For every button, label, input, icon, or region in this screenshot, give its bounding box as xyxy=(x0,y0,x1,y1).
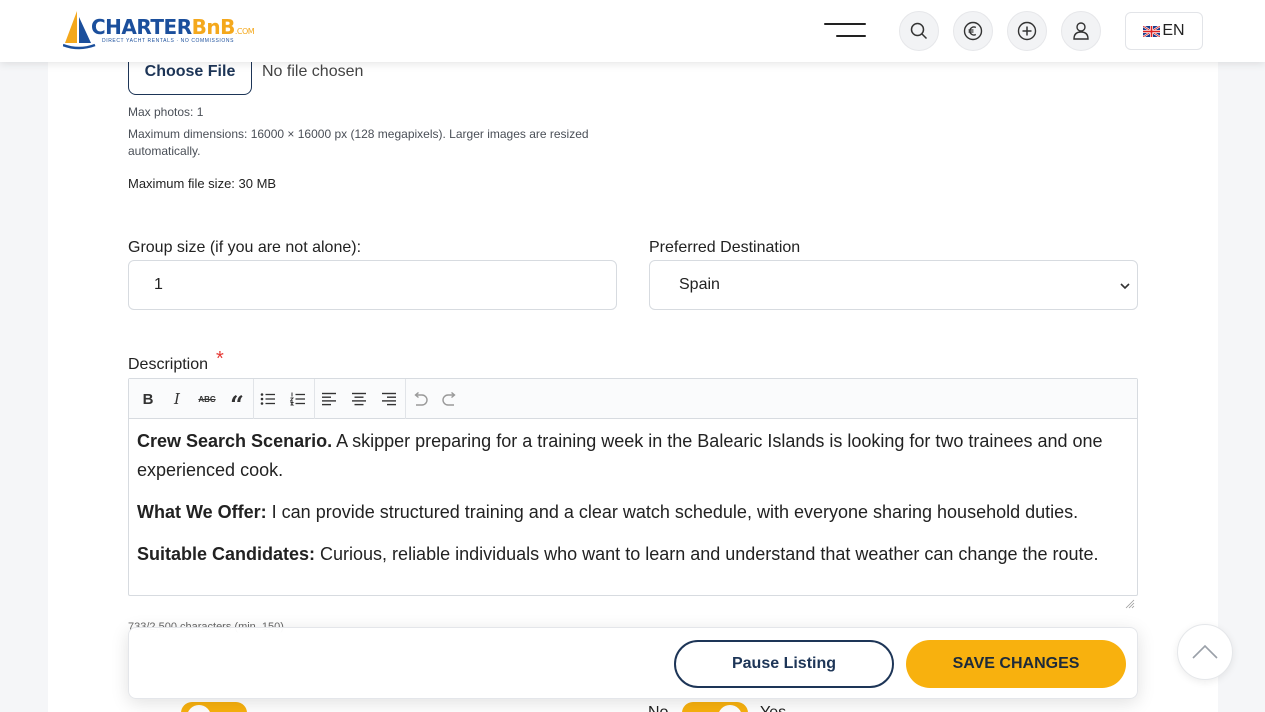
paragraph: Crew Search Scenario. A skipper preparin… xyxy=(137,431,1103,480)
chevron-up-icon xyxy=(1192,644,1218,659)
file-status: No file chosen xyxy=(262,63,364,80)
currency-button[interactable] xyxy=(953,11,993,51)
resize-handle-icon[interactable] xyxy=(1125,599,1135,609)
chevron-down-icon xyxy=(1120,283,1130,290)
editor-content[interactable]: Crew Search Scenario. A skipper preparin… xyxy=(137,427,1129,582)
paragraph: Suitable Candidates: Curious, reliable i… xyxy=(137,544,1099,564)
logo-wordmark: CHARTERBnB.COM xyxy=(91,15,255,39)
pause-listing-button[interactable]: Pause Listing xyxy=(674,640,894,688)
menu-icon[interactable] xyxy=(824,22,866,40)
bold-button[interactable]: B xyxy=(137,389,159,409)
paragraph: What We Offer: I can provide structured … xyxy=(137,502,1079,522)
numbered-list-button[interactable] xyxy=(287,389,309,409)
account-button[interactable] xyxy=(1061,11,1101,51)
site-header: CHARTERBnB.COM DIRECT YACHT RENTALS · NO… xyxy=(0,0,1265,62)
blockquote-button[interactable]: “ xyxy=(226,389,248,419)
toggle-no-label: No xyxy=(648,704,668,712)
euro-icon xyxy=(963,21,983,41)
uk-flag-icon xyxy=(1143,25,1161,37)
logo-tagline: DIRECT YACHT RENTALS · NO COMMISSIONS xyxy=(102,38,235,44)
description-editor: B I ABC “ Crew Search Scenario. A skippe… xyxy=(128,378,1138,609)
undo-icon xyxy=(414,392,428,406)
align-left-button[interactable] xyxy=(318,389,340,409)
align-right-icon xyxy=(382,392,396,406)
add-listing-button[interactable] xyxy=(1007,11,1047,51)
group-size-input[interactable]: 1 xyxy=(128,260,617,310)
max-file-size-hint: Maximum file size: 30 MB xyxy=(128,176,277,191)
toggle-yes-label: Yes xyxy=(760,704,786,712)
save-changes-button[interactable]: SAVE CHANGES xyxy=(906,640,1126,688)
redo-icon xyxy=(442,392,456,406)
max-dimensions-hint: Maximum dimensions: 16000 × 16000 px (12… xyxy=(128,127,589,158)
search-button[interactable] xyxy=(899,11,939,51)
align-center-button[interactable] xyxy=(348,389,370,409)
description-label: Description xyxy=(128,356,209,373)
toggle-switch-right[interactable] xyxy=(682,702,748,712)
bullet-list-button[interactable] xyxy=(257,389,279,409)
sticky-action-bar: Pause Listing SAVE CHANGES xyxy=(128,627,1138,699)
destination-value: Spain xyxy=(679,276,720,293)
undo-button[interactable] xyxy=(409,389,431,409)
toggle-switch-left[interactable] xyxy=(181,702,247,712)
group-size-label: Group size (if you are not alone): xyxy=(128,239,362,256)
bullet-list-icon xyxy=(260,393,275,405)
site-logo[interactable]: CHARTERBnB.COM DIRECT YACHT RENTALS · NO… xyxy=(63,9,255,51)
destination-select[interactable]: Spain xyxy=(649,260,1138,310)
scroll-to-top-button[interactable] xyxy=(1177,624,1233,680)
required-marker: * xyxy=(216,348,224,370)
align-center-icon xyxy=(352,392,366,406)
italic-button[interactable]: I xyxy=(166,389,188,409)
redo-button[interactable] xyxy=(439,389,461,409)
strikethrough-button[interactable]: ABC xyxy=(196,389,218,409)
destination-label: Preferred Destination xyxy=(649,239,801,256)
max-photos-hint: Max photos: 1 xyxy=(128,105,204,119)
align-right-button[interactable] xyxy=(378,389,400,409)
group-size-value: 1 xyxy=(154,276,163,293)
editor-toolbar: B I ABC “ xyxy=(129,379,1137,419)
search-icon xyxy=(910,22,928,40)
user-icon xyxy=(1073,22,1089,40)
language-selector[interactable]: EN xyxy=(1125,12,1203,50)
language-label: EN xyxy=(1162,22,1185,39)
align-left-icon xyxy=(322,392,336,406)
numbered-list-icon xyxy=(290,392,305,406)
plus-circle-icon xyxy=(1017,21,1037,41)
